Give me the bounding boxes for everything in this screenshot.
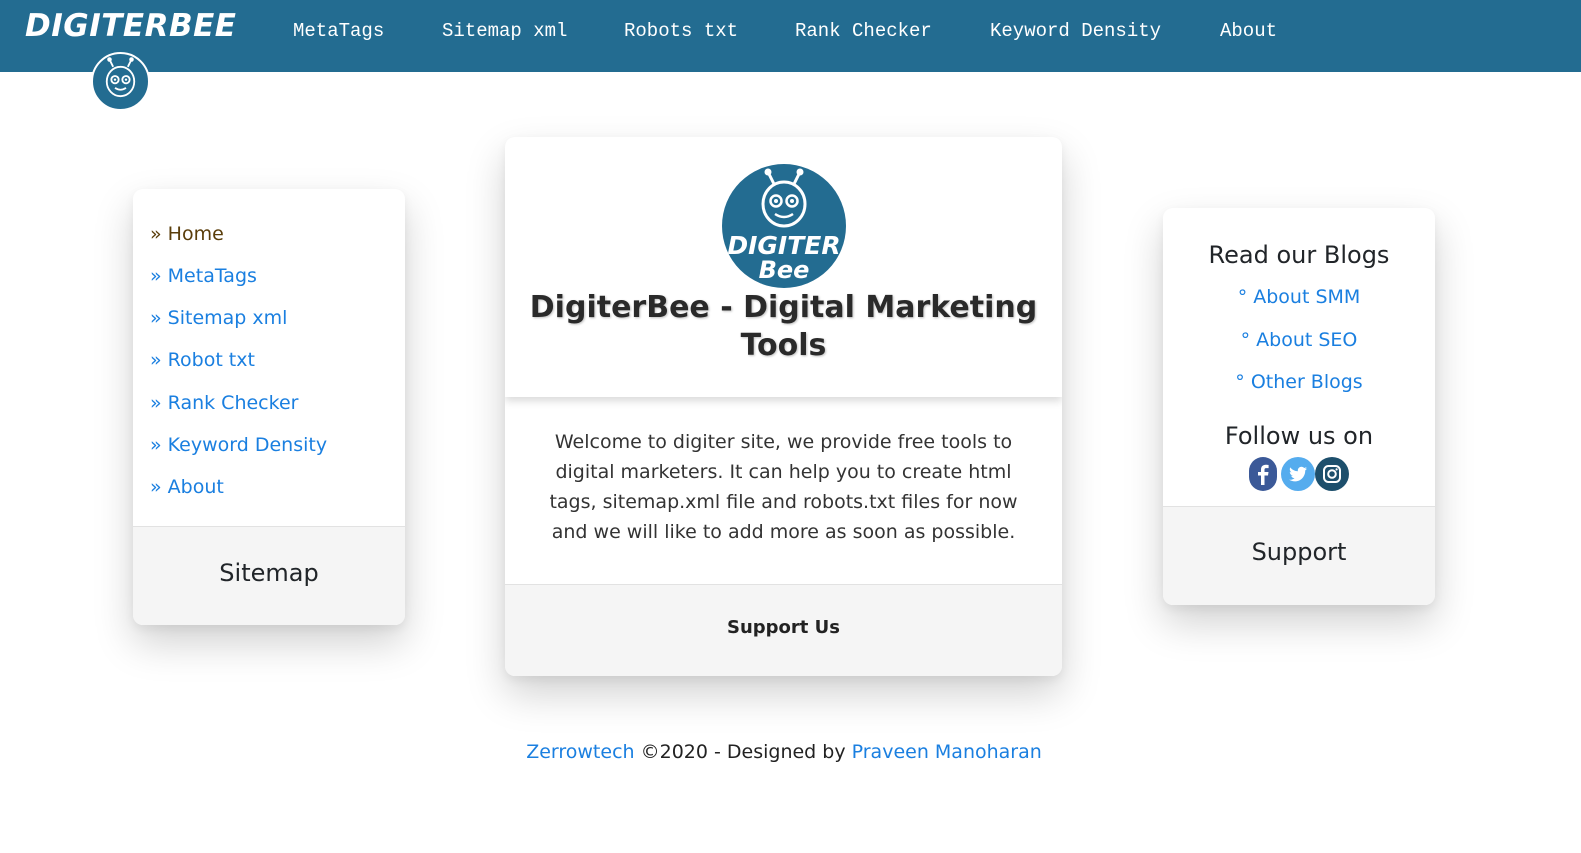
- sidebar-item-about[interactable]: » About: [150, 476, 224, 498]
- nav-link-robots-txt[interactable]: Robots txt: [624, 20, 738, 42]
- sidebar-footer-title: Sitemap: [219, 559, 319, 587]
- main-card: DIGITER Bee DigiterBee - Digital Marketi…: [505, 137, 1062, 676]
- sidebar-item-rank-checker[interactable]: » Rank Checker: [150, 392, 298, 414]
- main-card-footer: Support Us: [505, 584, 1062, 676]
- facebook-icon[interactable]: [1249, 457, 1277, 491]
- site-footer: Zerrowtech ©2020 - Designed by Praveen M…: [0, 741, 1568, 763]
- nav-link-metatags[interactable]: MetaTags: [293, 20, 384, 42]
- logo-text-bee: Bee: [759, 256, 810, 284]
- sidebar-item-keyword-density[interactable]: » Keyword Density: [150, 434, 327, 456]
- sidebar-item-metatags[interactable]: » MetaTags: [150, 265, 257, 287]
- twitter-icon[interactable]: [1281, 457, 1315, 491]
- sidebar-card: » Home » MetaTags » Sitemap xml » Robot …: [133, 189, 405, 625]
- designer-link[interactable]: Praveen Manoharan: [852, 741, 1042, 763]
- sidebar-item-home[interactable]: » Home: [150, 223, 224, 245]
- company-link[interactable]: Zerrowtech: [526, 741, 634, 763]
- social-icons: [1249, 457, 1349, 493]
- blogs-card: Read our Blogs ° About SMM ° About SEO °…: [1163, 208, 1435, 605]
- sidebar-footer: Sitemap: [133, 526, 405, 625]
- instagram-icon[interactable]: [1315, 457, 1349, 491]
- blog-link-about-seo[interactable]: ° About SEO: [1163, 329, 1435, 351]
- brand-name[interactable]: DIGITERBEE: [25, 8, 236, 44]
- support-us-link[interactable]: Support Us: [505, 617, 1062, 638]
- nav-link-rank-checker[interactable]: Rank Checker: [795, 20, 932, 42]
- blogs-card-footer: Support: [1163, 506, 1435, 605]
- blog-link-about-smm[interactable]: ° About SMM: [1163, 286, 1435, 308]
- follow-heading: Follow us on: [1224, 422, 1374, 450]
- nav-link-keyword-density[interactable]: Keyword Density: [990, 20, 1161, 42]
- sidebar-item-sitemap-xml[interactable]: » Sitemap xml: [150, 307, 287, 329]
- welcome-text: Welcome to digiter site, we provide free…: [549, 431, 1018, 543]
- page-title: DigiterBee - Digital Marketing Tools: [529, 290, 1038, 363]
- top-navbar: DIGITERBEE MetaTags Sitemap xml Robots t…: [0, 0, 1581, 72]
- digiterbee-logo: DIGITER Bee: [722, 164, 846, 288]
- nav-link-about[interactable]: About: [1220, 20, 1277, 42]
- nav-link-sitemap-xml[interactable]: Sitemap xml: [442, 20, 567, 42]
- bee-logo-icon[interactable]: [91, 52, 150, 111]
- main-card-header: DIGITER Bee DigiterBee - Digital Marketi…: [505, 137, 1062, 397]
- sidebar-item-robot-txt[interactable]: » Robot txt: [150, 349, 255, 371]
- blog-link-other-blogs[interactable]: ° Other Blogs: [1163, 371, 1435, 393]
- blogs-heading: Read our Blogs: [1208, 241, 1390, 269]
- support-title: Support: [1251, 538, 1347, 566]
- copyright-text: ©2020 - Designed by: [634, 741, 852, 763]
